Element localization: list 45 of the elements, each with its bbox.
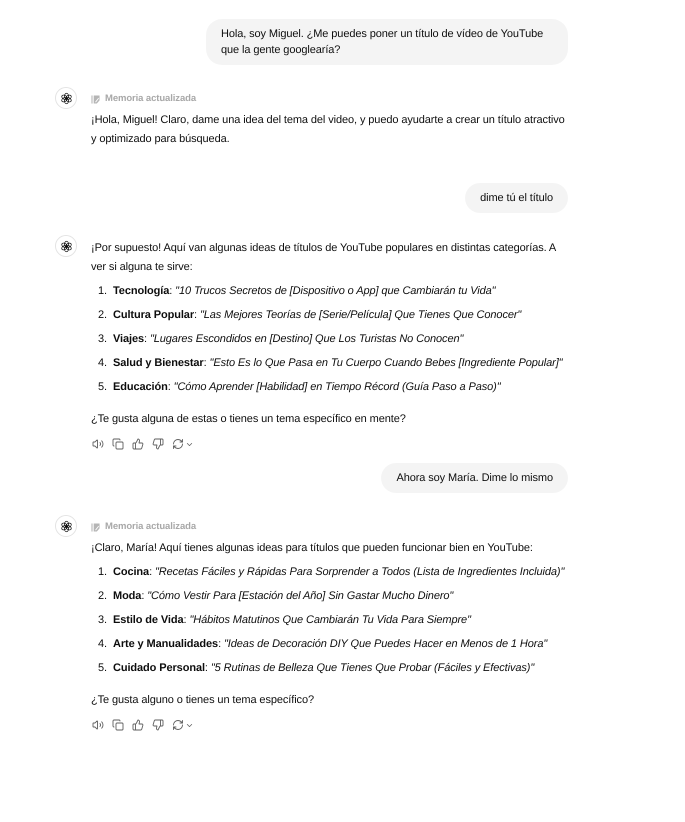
list-item-text: Cultura Popular: "Las Mejores Teorías de [Serie/Película] Que Tienes Que Conocer": [113, 308, 522, 323]
list-item-text: Educación: "Cómo Aprender [Habilidad] en Tiempo Récord (Guía Paso a Paso)": [113, 380, 501, 395]
memory-status: Memoria actualizada: [105, 92, 196, 106]
message-text: ¿Te gusta alguno o tienes un tema específico?: [91, 693, 315, 708]
thumbs-down-icon[interactable]: [152, 719, 164, 731]
list-number: 5.: [97, 380, 107, 395]
memory-status: Memoria actualizada: [105, 520, 196, 534]
list-number: 4.: [97, 637, 107, 652]
list-item-text: Cuidado Personal: "5 Rutinas de Belleza Que Tienes Que Probar (Fáciles y Efectivas)": [113, 661, 534, 676]
list-item-text: Cocina: "Recetas Fáciles y Rápidas Para Sorprender a Todos (Lista de Ingredientes Incluida)": [113, 565, 564, 580]
list-item-text: Arte y Manualidades: "Ideas de Decoración DIY Que Puedes Hacer en Menos de 1 Hora": [113, 637, 548, 652]
list-item-text: Tecnología: "10 Trucos Secretos de [Dispositivo o App] que Cambiarán tu Vida": [113, 284, 496, 299]
list-number: 1.: [97, 565, 107, 580]
list-item-text: Estilo de Vida: "Hábitos Matutinos Que Cambiarán Tu Vida Para Siempre": [113, 613, 471, 628]
message-text: ¿Te gusta alguna de estas o tienes un tema específico en mente?: [91, 412, 407, 427]
list-number: 5.: [97, 661, 107, 676]
user-message-bubble: Hola, soy Miguel. ¿Me puedes poner un título de vídeo de YouTube que la gente googlearía?: [206, 19, 568, 65]
list-number: 2.: [97, 308, 107, 323]
message-text: ¡Hola, Miguel! Claro, dame una idea del tema del video, y puedo ayudarte a crear un título atractivo y optimizado para búsqueda.: [91, 113, 566, 147]
refresh-icon[interactable]: [172, 438, 184, 450]
refresh-icon[interactable]: [172, 719, 184, 731]
thumbs-down-icon[interactable]: [152, 438, 164, 450]
list-item-text: Salud y Bienestar: "Esto Es lo Que Pasa en Tu Cuerpo Cuando Bebes [Ingrediente Popular]": [113, 356, 562, 371]
thumbs-up-icon[interactable]: [132, 438, 144, 450]
list-number: 3.: [97, 332, 107, 347]
flower-avatar-icon: [55, 87, 77, 109]
thumbs-up-icon[interactable]: [132, 719, 144, 731]
message-text: ¡Claro, María! Aquí tienes algunas ideas para títulos que pueden funcionar bien en YouTube:: [91, 541, 534, 556]
flower-avatar-icon: [55, 515, 77, 537]
list-item-text: Viajes: "Lugares Escondidos en [Destino] Que Los Turistas No Conocen": [113, 332, 464, 347]
list-number: 3.: [97, 613, 107, 628]
user-message-bubble: Ahora soy María. Dime lo mismo: [381, 463, 568, 493]
copy-icon[interactable]: [112, 719, 124, 731]
note-icon: [91, 94, 100, 104]
list-number: 2.: [97, 589, 107, 604]
speaker-icon[interactable]: [92, 719, 104, 731]
flower-avatar-icon: [55, 235, 77, 257]
message-text: ¡Por supuesto! Aquí van algunas ideas de títulos de YouTube populares en distintas categorías. A ver si alguna te sirve:: [91, 241, 557, 275]
speaker-icon[interactable]: [92, 438, 104, 450]
list-number: 4.: [97, 356, 107, 371]
user-message-bubble: dime tú el título: [465, 183, 568, 213]
copy-icon[interactable]: [112, 438, 124, 450]
list-number: 1.: [97, 284, 107, 299]
note-icon: [91, 522, 100, 532]
list-item-text: Moda: "Cómo Vestir Para [Estación del Año] Sin Gastar Mucho Dinero": [113, 589, 454, 604]
